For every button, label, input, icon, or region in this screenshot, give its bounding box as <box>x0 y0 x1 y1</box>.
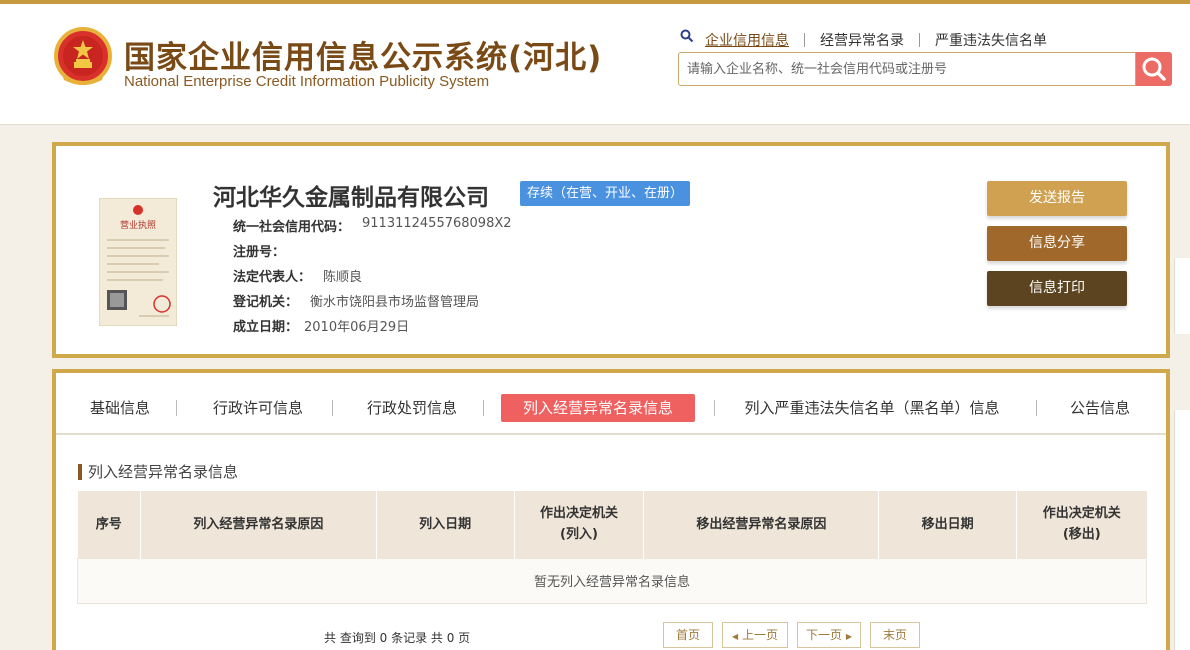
tab-abnormal-list[interactable]: 列入经营异常名录信息 <box>501 394 695 422</box>
field-registration-authority: 登记机关： 衡水市饶阳县市场监督管理局 <box>233 291 479 310</box>
tab-basic-info[interactable]: 基础信息 <box>84 394 156 422</box>
search-box <box>678 52 1136 86</box>
business-license-icon: 营业执照 <box>99 198 177 326</box>
tab-admin-penalty[interactable]: 行政处罚信息 <box>360 394 464 422</box>
send-report-button[interactable]: 发送报告 <box>987 181 1127 216</box>
tab-bar: 基础信息 行政许可信息 行政处罚信息 列入经营异常名录信息 列入严重违法失信名单… <box>56 373 1166 433</box>
empty-message: 暂无列入经营异常名录信息 <box>77 557 1147 604</box>
field-value: 衡水市饶阳县市场监督管理局 <box>310 295 480 310</box>
field-legal-representative: 法定代表人： 陈顺良 <box>233 266 362 285</box>
column-header: 作出决定机关 (移出) <box>1016 491 1147 558</box>
tab-admin-license[interactable]: 行政许可信息 <box>206 394 310 422</box>
field-credit-code: 统一社会信用代码： 9113112455768098X2 <box>233 216 512 235</box>
field-label: 法定代表人： <box>233 270 312 285</box>
table-header-row: 序号 列入经营异常名录原因 列入日期 作出决定机关 (列入) 移出经营异常名录原因… <box>77 491 1147 558</box>
field-label: 登记机关： <box>233 295 299 310</box>
page-edge <box>1174 258 1190 334</box>
divider <box>1036 400 1037 416</box>
print-info-button[interactable]: 信息打印 <box>987 271 1127 306</box>
national-emblem-icon <box>54 27 112 85</box>
abnormal-records-table: 序号 列入经营异常名录原因 列入日期 作出决定机关 (列入) 移出经营异常名录原因… <box>77 491 1147 604</box>
divider <box>919 33 920 47</box>
magnifier-icon <box>680 29 694 43</box>
divider <box>483 400 484 416</box>
field-value: 陈顺良 <box>323 270 363 285</box>
search-button[interactable] <box>1136 52 1172 86</box>
divider <box>332 400 333 416</box>
company-name: 河北华久金属制品有限公司 <box>213 185 489 211</box>
last-page-button[interactable]: 末页 <box>870 622 920 648</box>
column-header: 移出经营异常名录原因 <box>643 491 880 558</box>
field-establish-date: 成立日期： 2010年06月29日 <box>233 316 409 335</box>
tab-content-inner: 列入经营异常名录信息 序号 列入经营异常名录原因 列入日期 作出决定机关 (列入)… <box>56 435 1166 650</box>
section-title: 列入经营异常名录信息 <box>78 461 238 482</box>
details-card: 基础信息 行政许可信息 行政处罚信息 列入经营异常名录信息 列入严重违法失信名单… <box>52 369 1170 650</box>
site-header: 国家企业信用信息公示系统(河北) National Enterprise Cre… <box>0 4 1190 125</box>
column-header: 作出决定机关 (列入) <box>514 491 645 558</box>
tab-content: 列入经营异常名录信息 序号 列入经营异常名录原因 列入日期 作出决定机关 (列入)… <box>56 433 1166 650</box>
chevron-right-icon: ▶ <box>845 632 852 641</box>
status-badge: 存续（在营、开业、在册） <box>520 181 691 206</box>
search-icon <box>1142 57 1166 81</box>
column-header: 序号 <box>77 491 141 558</box>
site-title: 国家企业信用信息公示系统(河北) <box>124 40 603 76</box>
next-page-label: 下一页 <box>806 628 843 642</box>
tab-blacklist[interactable]: 列入严重违法失信名单（黑名单）信息 <box>732 394 1012 422</box>
share-info-button[interactable]: 信息分享 <box>987 226 1127 261</box>
section-marker <box>78 463 82 480</box>
prev-page-label: 上一页 <box>741 628 778 642</box>
nav-link-blacklist[interactable]: 严重违法失信名单 <box>935 30 1047 50</box>
record-count: 共 查询到 0 条记录 共 0 页 <box>324 631 471 645</box>
chevron-left-icon: ◀ <box>732 632 739 641</box>
field-registration-number: 注册号： <box>233 241 297 260</box>
field-label: 统一社会信用代码： <box>233 220 351 235</box>
first-page-button[interactable]: 首页 <box>663 622 713 648</box>
company-info-card: 营业执照 河北华久金属制品有限公司 存续（在营、开业、在册） 统一社会信用代码：… <box>52 142 1170 358</box>
nav-link-credit-info[interactable]: 企业信用信息 <box>705 30 789 50</box>
divider <box>176 400 177 416</box>
field-label: 注册号： <box>233 245 286 260</box>
nav-link-abnormal-list[interactable]: 经营异常名录 <box>820 30 904 50</box>
tab-announcements[interactable]: 公告信息 <box>1060 394 1140 422</box>
section-title-text: 列入经营异常名录信息 <box>88 463 239 481</box>
divider <box>804 33 805 47</box>
field-value: 2010年06月29日 <box>304 320 410 335</box>
site-subtitle: National Enterprise Credit Information P… <box>124 73 490 90</box>
divider <box>714 400 715 416</box>
field-label: 成立日期： <box>233 320 299 335</box>
field-value: 9113112455768098X2 <box>362 216 512 231</box>
top-nav-links: 企业信用信息 经营异常名录 严重违法失信名单 <box>705 30 1047 50</box>
column-header: 列入日期 <box>376 491 515 558</box>
next-page-button[interactable]: 下一页 ▶ <box>797 622 861 648</box>
page-edge <box>1174 410 1190 650</box>
column-header: 移出日期 <box>878 491 1018 558</box>
column-header: 列入经营异常名录原因 <box>140 491 377 558</box>
search-input[interactable] <box>679 53 1135 85</box>
table-row: 暂无列入经营异常名录信息 <box>77 557 1147 604</box>
prev-page-button[interactable]: ◀ 上一页 <box>722 622 788 648</box>
svg-text:营业执照: 营业执照 <box>120 219 156 231</box>
